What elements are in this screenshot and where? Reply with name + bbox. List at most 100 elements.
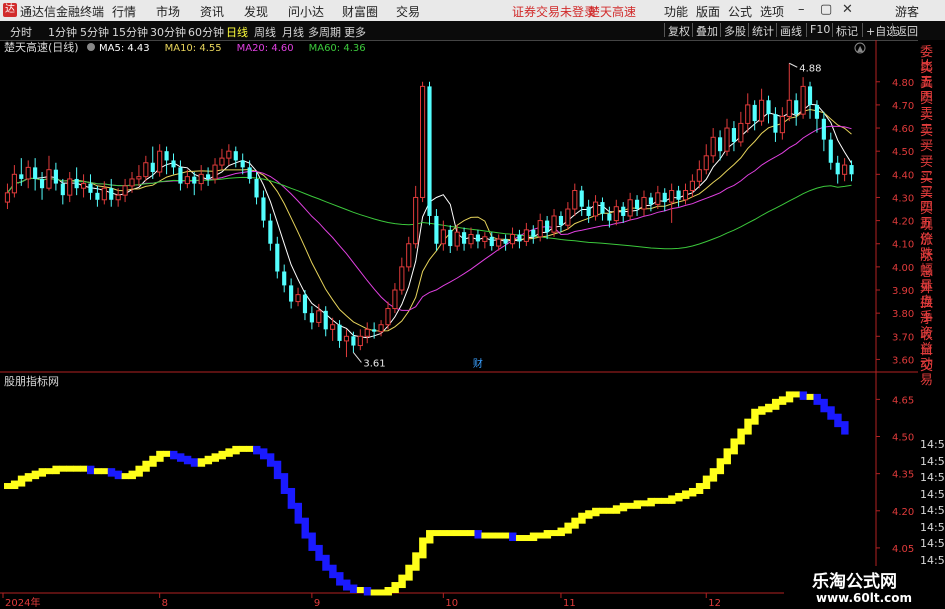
period-tab-monthly[interactable]: 月线 — [282, 24, 304, 40]
candle — [46, 155, 52, 191]
candle — [531, 225, 536, 244]
candle-body — [74, 178, 79, 189]
candle — [178, 160, 183, 191]
annotation-pointer — [353, 352, 362, 363]
candle — [88, 174, 93, 200]
period-tab-15min[interactable]: 15分钟 — [112, 24, 148, 40]
candle — [136, 165, 142, 186]
candle — [462, 227, 467, 251]
candle — [219, 148, 225, 170]
menu-options[interactable]: 选项 — [760, 3, 784, 20]
candle — [122, 178, 128, 203]
candle-body — [807, 86, 813, 105]
candle — [696, 160, 702, 189]
candle-body — [385, 308, 391, 326]
period-tab-more[interactable]: 更多 — [344, 24, 366, 40]
candle-body — [800, 85, 806, 115]
candle — [621, 202, 626, 223]
candle-body — [814, 104, 820, 119]
menu-wealth-circle[interactable]: 财富圈 — [342, 3, 378, 20]
period-tab-60min[interactable]: 60分钟 — [188, 24, 224, 40]
app-title: 通达信金融终端 — [20, 5, 105, 19]
annotation-pointer — [789, 62, 798, 68]
back-button[interactable]: 返回 — [892, 23, 918, 38]
menu-xiaoda[interactable]: 问小达 — [288, 3, 324, 20]
menu-market[interactable]: 市场 — [156, 3, 180, 20]
indicator-segment — [280, 473, 289, 494]
menu-discover[interactable]: 发现 — [244, 3, 268, 20]
candle-body — [295, 294, 301, 303]
candle-body — [95, 192, 100, 200]
menu-news[interactable]: 资讯 — [200, 3, 224, 20]
indicator-segment — [204, 455, 213, 465]
candle — [551, 209, 557, 237]
candle-body — [786, 99, 792, 117]
indicator-tick-label: 4.50 — [892, 433, 914, 444]
indicator-segment — [308, 532, 316, 551]
candle-body — [828, 139, 833, 163]
candle — [517, 229, 522, 249]
menu-formula[interactable]: 公式 — [728, 3, 752, 20]
date-label: 12 — [708, 598, 721, 609]
candle — [247, 160, 252, 184]
indicator-segment — [509, 532, 517, 542]
indicator-segment — [758, 406, 766, 415]
candle — [392, 283, 398, 314]
candle-body — [406, 243, 412, 268]
period-tab-30min[interactable]: 30分钟 — [150, 24, 186, 40]
indicator-segment — [31, 470, 40, 480]
period-tab-1min[interactable]: 1分钟 — [48, 24, 77, 40]
statistics-button[interactable]: 统计 — [748, 23, 774, 38]
indicator-segment — [73, 465, 81, 472]
indicator-segment — [232, 445, 240, 455]
candle — [109, 178, 114, 207]
menu-layout[interactable]: 版面 — [696, 3, 720, 20]
indicator-segment — [702, 475, 711, 490]
candle-body — [689, 180, 695, 192]
indicator-segment — [218, 450, 226, 460]
menu-function[interactable]: 功能 — [664, 3, 688, 20]
restore-icon[interactable]: ▢ — [820, 2, 832, 17]
date-label: 8 — [162, 598, 168, 609]
period-tab-weekly[interactable]: 周线 — [254, 24, 276, 40]
multi-stock-button[interactable]: 多股 — [720, 23, 746, 38]
overlay-button[interactable]: 叠加 — [692, 23, 718, 38]
indicator-segment — [24, 473, 33, 482]
candle — [842, 158, 848, 182]
indicator-segment — [626, 502, 635, 509]
indicator-tick-label: 4.65 — [892, 395, 914, 406]
candle-body — [579, 190, 584, 207]
menu-trade[interactable]: 交易 — [396, 3, 420, 20]
candle-body — [676, 190, 681, 200]
period-tab-multi[interactable]: 多周期 — [308, 24, 341, 40]
indicator-segment — [446, 530, 455, 537]
trade-login-status[interactable]: 证券交易未登录 — [512, 3, 596, 20]
candle-body — [378, 324, 384, 333]
indicator-segment — [778, 396, 787, 405]
indicator-segment — [495, 532, 503, 539]
candle-body — [537, 220, 543, 238]
candle-body — [531, 229, 536, 237]
guest-user[interactable]: 游客 — [895, 3, 919, 20]
indicator-segment — [259, 448, 268, 460]
period-tab-5min[interactable]: 5分钟 — [80, 24, 109, 40]
f10-button[interactable]: F10 — [806, 23, 830, 37]
mark-button[interactable]: 标记 — [832, 23, 858, 38]
candle-body — [420, 85, 426, 198]
menu-market-quotes[interactable]: 行情 — [112, 3, 136, 20]
period-tab-daily[interactable]: 日线 — [226, 24, 248, 40]
indicator-segment — [515, 535, 524, 542]
candle — [489, 232, 494, 251]
minimize-icon[interactable]: – — [798, 2, 805, 17]
draw-line-button[interactable]: 画线 — [776, 23, 802, 38]
candle — [268, 213, 273, 251]
indicator-segment — [453, 530, 462, 537]
candle — [240, 153, 245, 175]
close-icon[interactable]: ✕ — [842, 2, 853, 17]
chart-area[interactable]: 楚天高速(日线) MA5: 4.43 MA10: 4.55 MA20: 4.60 MA6… — [0, 40, 918, 609]
period-tab-intraday[interactable]: 分时 — [10, 24, 32, 40]
indicator-segment — [163, 450, 171, 457]
price-tick-label: 4.30 — [892, 193, 914, 204]
candle — [613, 199, 619, 226]
restore-rights-button[interactable]: 复权 — [664, 23, 690, 38]
